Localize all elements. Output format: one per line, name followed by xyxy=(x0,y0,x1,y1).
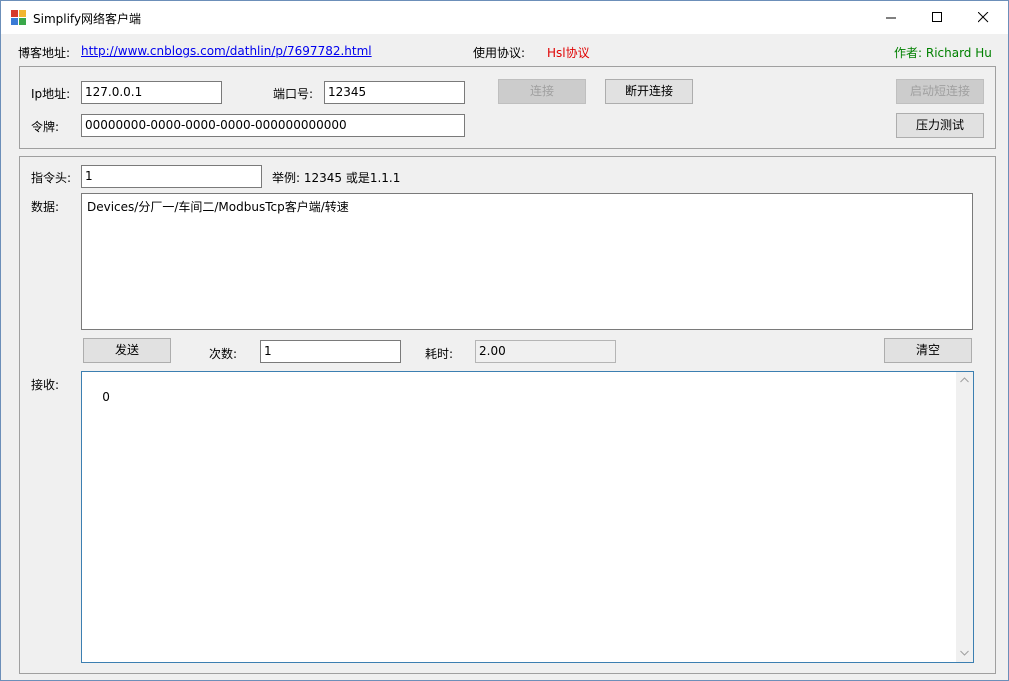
receive-textarea[interactable]: 0 xyxy=(81,371,974,663)
example-hint: 举例: 12345 或是1.1.1 xyxy=(272,171,401,185)
port-input[interactable]: 12345 xyxy=(324,81,465,104)
token-input[interactable]: 00000000-0000-0000-0000-000000000000 xyxy=(81,114,465,137)
blog-link[interactable]: http://www.cnblogs.com/dathlin/p/7697782… xyxy=(81,44,372,58)
author-label: 作者: Richard Hu xyxy=(894,46,992,60)
scroll-up-icon[interactable] xyxy=(960,377,969,383)
maximize-button[interactable] xyxy=(914,1,960,33)
command-head-input[interactable]: 1 xyxy=(81,165,262,188)
protocol-value: Hsl协议 xyxy=(547,46,590,60)
token-label: 令牌: xyxy=(31,120,60,134)
ip-input[interactable]: 127.0.0.1 xyxy=(81,81,222,104)
ip-label: Ip地址: xyxy=(31,87,71,101)
title-bar[interactable]: Simplify网络客户端 xyxy=(1,1,1008,34)
connect-button[interactable]: 连接 xyxy=(498,79,586,104)
stress-test-button[interactable]: 压力测试 xyxy=(896,113,984,138)
minimize-button[interactable] xyxy=(868,1,914,33)
close-icon xyxy=(978,12,989,23)
count-input[interactable]: 1 xyxy=(260,340,401,363)
receive-text: 0 xyxy=(102,390,110,404)
time-label: 耗时: xyxy=(425,347,454,361)
scroll-down-icon[interactable] xyxy=(960,650,969,656)
minimize-icon xyxy=(886,17,896,19)
maximize-icon xyxy=(932,12,942,22)
app-icon xyxy=(11,10,27,26)
time-output: 2.00 xyxy=(475,340,616,363)
protocol-label: 使用协议: xyxy=(473,46,526,60)
close-button[interactable] xyxy=(960,1,1006,33)
blog-label: 博客地址: xyxy=(18,46,71,60)
count-label: 次数: xyxy=(209,347,238,361)
receive-label: 接收: xyxy=(31,378,60,392)
send-button[interactable]: 发送 xyxy=(83,338,171,363)
clear-button[interactable]: 清空 xyxy=(884,338,972,363)
short-connection-button[interactable]: 启动短连接 xyxy=(896,79,984,104)
port-label: 端口号: xyxy=(273,87,314,101)
app-window: Simplify网络客户端 博客地址: http://www.cnblogs.c… xyxy=(0,0,1009,681)
data-label: 数据: xyxy=(31,200,60,214)
disconnect-button[interactable]: 断开连接 xyxy=(605,79,693,104)
window-title: Simplify网络客户端 xyxy=(33,12,142,26)
data-textarea[interactable]: Devices/分厂一/车间二/ModbusTcp客户端/转速 xyxy=(81,193,973,330)
receive-scrollbar[interactable] xyxy=(956,372,973,662)
command-head-label: 指令头: xyxy=(31,171,72,185)
